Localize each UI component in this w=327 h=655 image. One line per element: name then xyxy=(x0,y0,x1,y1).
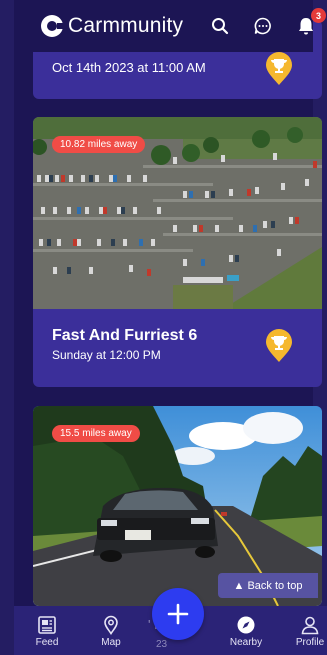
search-icon[interactable] xyxy=(210,16,230,36)
feed-icon xyxy=(38,616,56,634)
nav-profile[interactable]: Profile xyxy=(290,606,327,655)
event-date: Oct 14th 2023 at 11:00 AM xyxy=(52,60,206,75)
app-header: Carmmunity 3 xyxy=(14,0,326,52)
brand-name: Carmmunity xyxy=(68,14,184,37)
event-date: Sunday at 12:00 PM xyxy=(52,348,161,362)
create-event-button[interactable] xyxy=(152,588,204,640)
trophy-icon xyxy=(266,329,292,362)
profile-icon xyxy=(301,616,319,635)
nav-map-label: Map xyxy=(101,637,121,648)
nav-map[interactable]: Map xyxy=(96,606,126,655)
nav-feed[interactable]: Feed xyxy=(32,606,62,655)
trophy-icon xyxy=(266,52,292,85)
carmmunity-logo-icon xyxy=(41,15,65,37)
nav-nearby[interactable]: Nearby xyxy=(226,606,266,655)
plus-icon xyxy=(167,603,189,625)
back-to-top-button[interactable]: ▲ Back to top xyxy=(218,573,318,598)
event-card[interactable]: 10.82 miles away Fast And Furriest 6 Sun… xyxy=(33,117,322,387)
distance-badge: 10.82 miles away xyxy=(52,136,146,153)
nav-nearby-label: Nearby xyxy=(229,637,263,648)
event-title: Fast And Furriest 6 xyxy=(52,327,198,344)
nav-feed-label: Feed xyxy=(35,637,59,648)
left-edge xyxy=(0,0,14,655)
nav-profile-label: Profile xyxy=(295,637,325,648)
distance-badge: 15.5 miles away xyxy=(52,425,140,442)
compass-icon xyxy=(237,616,255,634)
map-pin-icon xyxy=(104,615,118,635)
chat-icon[interactable] xyxy=(253,16,273,36)
notification-badge: 3 xyxy=(311,8,326,23)
partial-event-date: 23 xyxy=(156,639,168,650)
